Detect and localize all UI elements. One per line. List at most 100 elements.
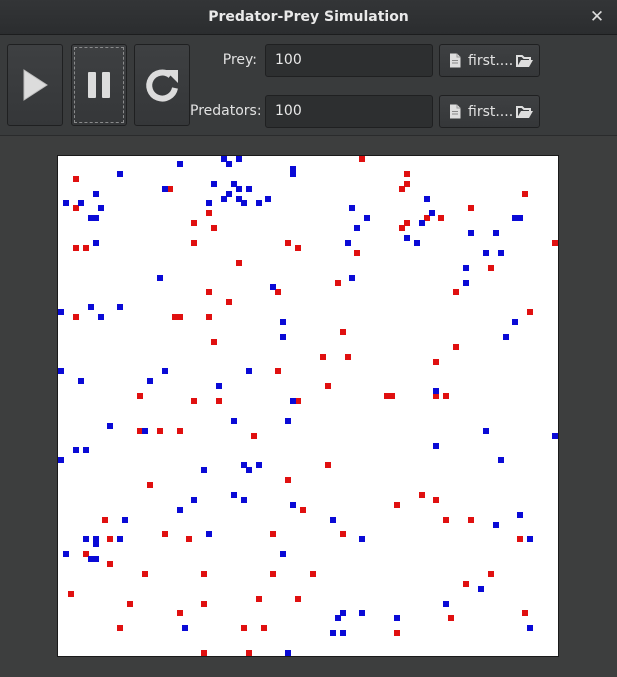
predator-cell xyxy=(285,650,291,656)
predator-cell xyxy=(78,200,84,206)
toolbar: Prey: 100 first.... Predators: 100 first… xyxy=(0,35,617,136)
prey-cell xyxy=(127,601,133,607)
predator-cell xyxy=(226,161,232,167)
prey-file-name: first.... xyxy=(468,53,514,69)
predator-cell xyxy=(88,304,94,310)
prey-cell xyxy=(295,245,301,251)
prey-cell xyxy=(285,477,291,483)
predator-cell xyxy=(290,502,296,508)
prey-cell xyxy=(443,517,449,523)
prey-cell xyxy=(468,205,474,211)
predator-cell xyxy=(270,284,276,290)
document-icon xyxy=(450,53,461,68)
predator-cell xyxy=(162,186,168,192)
prey-cell xyxy=(201,601,207,607)
play-button[interactable] xyxy=(7,44,63,126)
predator-cell xyxy=(280,319,286,325)
predator-cell xyxy=(182,625,188,631)
predator-cell xyxy=(349,205,355,211)
predator-cell xyxy=(552,433,558,439)
predator-cell xyxy=(246,368,252,374)
predator-cell xyxy=(443,601,449,607)
predator-cell xyxy=(349,275,355,281)
predator-cell xyxy=(517,512,523,518)
predator-cell xyxy=(117,536,123,542)
prey-cell xyxy=(325,383,331,389)
simulation-canvas xyxy=(57,155,559,657)
predator-cell xyxy=(98,314,104,320)
predator-cell xyxy=(93,240,99,246)
prey-cell xyxy=(354,250,360,256)
prey-cell xyxy=(522,610,528,616)
prey-count-input[interactable]: 100 xyxy=(265,44,433,77)
predator-cell xyxy=(478,586,484,592)
predators-label: Predators: xyxy=(190,103,262,119)
predator-cell xyxy=(73,447,79,453)
predator-cell xyxy=(211,181,217,187)
predator-cell xyxy=(216,383,222,389)
predator-cell xyxy=(142,428,148,434)
prey-cell xyxy=(384,393,390,399)
play-icon xyxy=(23,69,48,101)
predator-cell xyxy=(93,215,99,221)
predator-cell xyxy=(433,388,439,394)
predator-cell xyxy=(335,615,341,621)
predator-cell xyxy=(93,191,99,197)
predator-cell xyxy=(83,536,89,542)
predator-cell xyxy=(231,492,237,498)
prey-cell xyxy=(522,191,528,197)
prey-cell xyxy=(399,186,405,192)
predator-cell xyxy=(285,418,291,424)
predator-cell xyxy=(463,265,469,271)
predator-cell xyxy=(93,541,99,547)
predator-cell xyxy=(221,196,227,202)
prey-cell xyxy=(468,517,474,523)
predators-count-input[interactable]: 100 xyxy=(265,95,433,128)
predator-cell xyxy=(236,196,242,202)
close-icon[interactable]: ✕ xyxy=(587,6,607,28)
prey-cell xyxy=(300,507,306,513)
predator-cell xyxy=(429,210,435,216)
predator-cell xyxy=(246,186,252,192)
prey-cell xyxy=(359,156,365,162)
prey-cell xyxy=(241,625,247,631)
prey-cell xyxy=(177,610,183,616)
folder-open-icon xyxy=(516,106,533,118)
prey-cell xyxy=(73,245,79,251)
predator-cell xyxy=(63,551,69,557)
prey-cell xyxy=(83,245,89,251)
prey-cell xyxy=(345,354,351,360)
predator-cell xyxy=(280,334,286,340)
prey-cell xyxy=(438,215,444,221)
predator-cell xyxy=(483,428,489,434)
prey-cell xyxy=(285,240,291,246)
predator-cell xyxy=(290,398,296,404)
prey-cell xyxy=(157,428,163,434)
prey-cell xyxy=(211,339,217,345)
prey-cell xyxy=(310,571,316,577)
prey-cell xyxy=(201,650,207,656)
predator-cell xyxy=(256,200,262,206)
prey-cell xyxy=(488,265,494,271)
prey-cell xyxy=(295,596,301,602)
prey-cell xyxy=(340,329,346,335)
restart-button[interactable] xyxy=(134,44,190,126)
predator-cell xyxy=(527,536,533,542)
prey-cell xyxy=(261,625,267,631)
prey-cell xyxy=(147,482,153,488)
predator-cell xyxy=(117,171,123,177)
predator-cell xyxy=(290,171,296,177)
predator-cell xyxy=(419,220,425,226)
predators-file-button[interactable]: first.... xyxy=(439,95,540,128)
document-icon xyxy=(450,104,461,119)
prey-cell xyxy=(256,596,262,602)
predator-cell xyxy=(93,556,99,562)
folder-open-icon xyxy=(516,55,533,67)
pause-button[interactable] xyxy=(71,44,127,126)
prey-cell xyxy=(162,531,168,537)
prey-file-button[interactable]: first.... xyxy=(439,44,540,77)
predator-cell xyxy=(107,423,113,429)
prey-cell xyxy=(177,314,183,320)
predator-cell xyxy=(58,368,64,374)
predator-cell xyxy=(517,215,523,221)
